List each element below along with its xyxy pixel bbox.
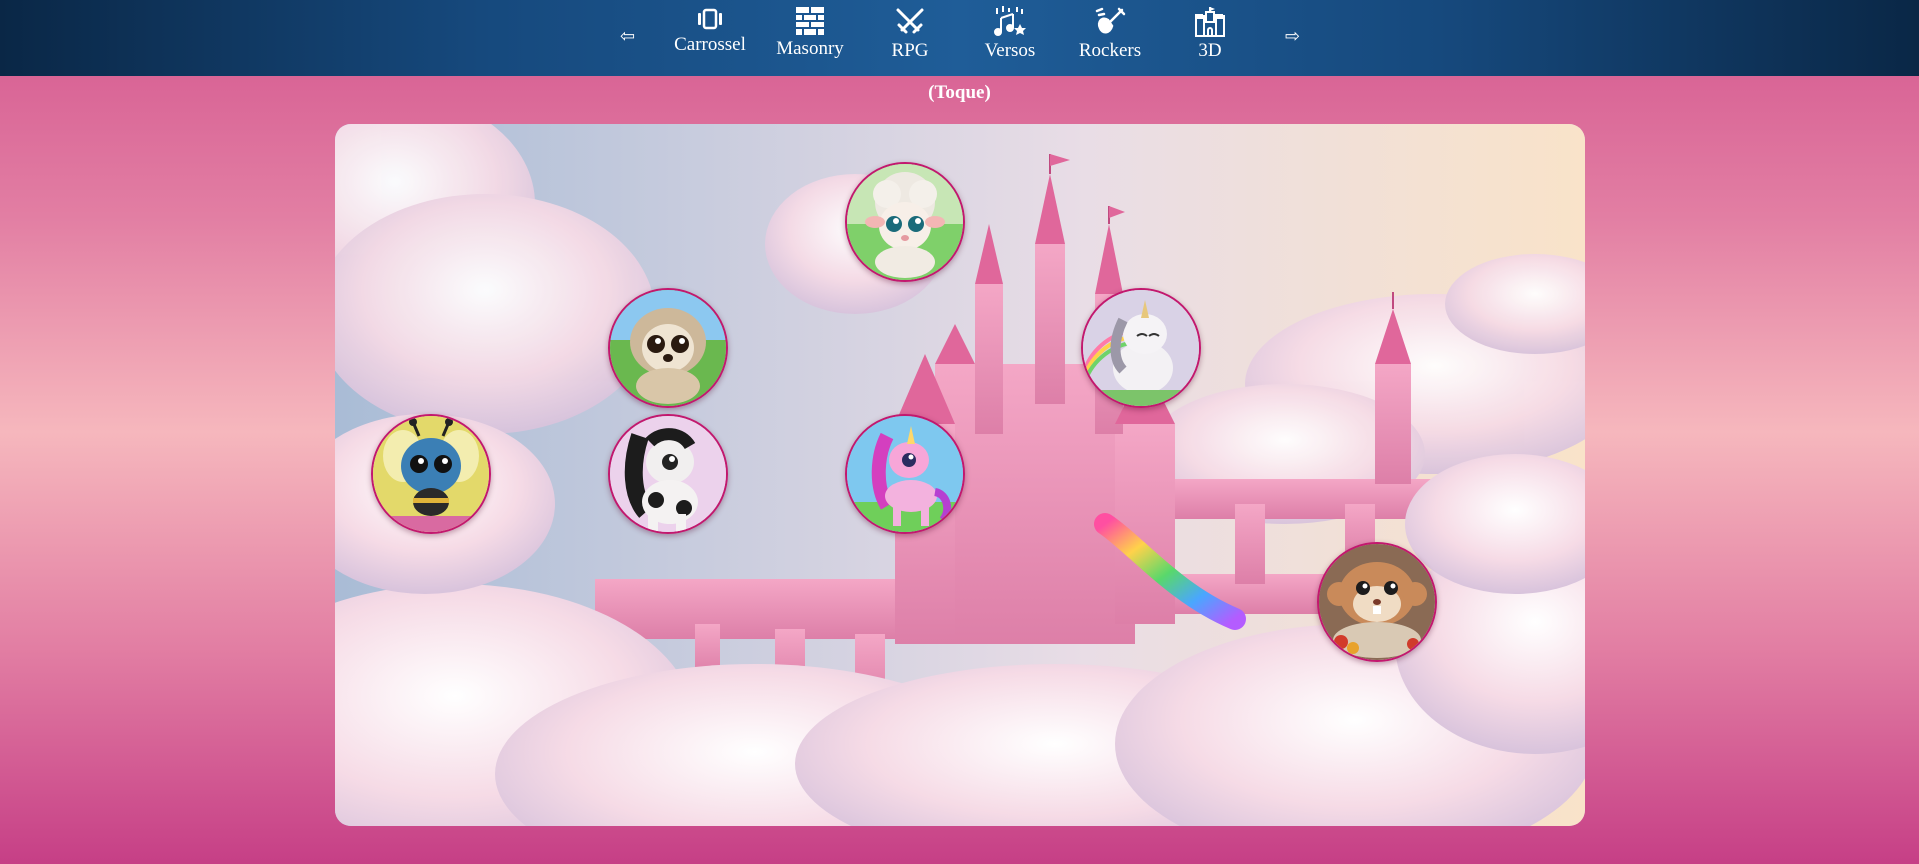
music-notes-icon [994, 6, 1026, 36]
avatar-hamster[interactable] [1317, 542, 1437, 662]
unicorn-icon [1083, 290, 1199, 406]
crossed-swords-icon [896, 8, 924, 34]
nav-item-rpg[interactable]: RPG [860, 6, 960, 62]
castle-icon [1195, 7, 1225, 37]
avatar-blue-bee[interactable] [371, 414, 491, 534]
nav-label-3d: 3D [1198, 40, 1222, 61]
hamster-icon [1319, 544, 1435, 660]
nav-label-rpg: RPG [891, 40, 929, 61]
nav-label-carrossel: Carrossel [674, 34, 746, 55]
avatar-lamb[interactable] [845, 162, 965, 282]
tap-hint: (Toque) [928, 82, 991, 103]
guitar-icon [1095, 7, 1126, 34]
nav-item-masonry[interactable]: Masonry [760, 6, 860, 60]
bee-icon [373, 416, 489, 532]
pink-unicorn-icon [847, 416, 963, 532]
nav-item-carrossel[interactable]: Carrossel [660, 6, 760, 56]
nav-label-versos: Versos [984, 40, 1036, 61]
carousel-icon [698, 8, 722, 30]
prev-arrow-icon[interactable]: ⇦ [620, 26, 635, 47]
lamb-icon [847, 164, 963, 280]
top-nav: ⇦ Carrossel Masonry RPG Versos Rockers 3… [0, 0, 1919, 76]
avatar-white-unicorn[interactable] [1081, 288, 1201, 408]
nav-item-rockers[interactable]: Rockers [1060, 6, 1160, 62]
nav-label-masonry: Masonry [776, 38, 844, 59]
next-arrow-icon[interactable]: ⇨ [1285, 26, 1300, 47]
nav-item-3d[interactable]: 3D [1160, 6, 1260, 62]
avatar-pony[interactable] [608, 414, 728, 534]
avatar-pink-unicorn[interactable] [845, 414, 965, 534]
masonry-bricks-icon [796, 7, 824, 35]
nav-item-versos[interactable]: Versos [960, 6, 1060, 62]
avatar-fluffy-puppy[interactable] [608, 288, 728, 408]
castle-scene [335, 124, 1585, 826]
puppy-icon [610, 290, 726, 406]
pony-icon [610, 416, 726, 532]
nav-label-rockers: Rockers [1078, 40, 1142, 61]
